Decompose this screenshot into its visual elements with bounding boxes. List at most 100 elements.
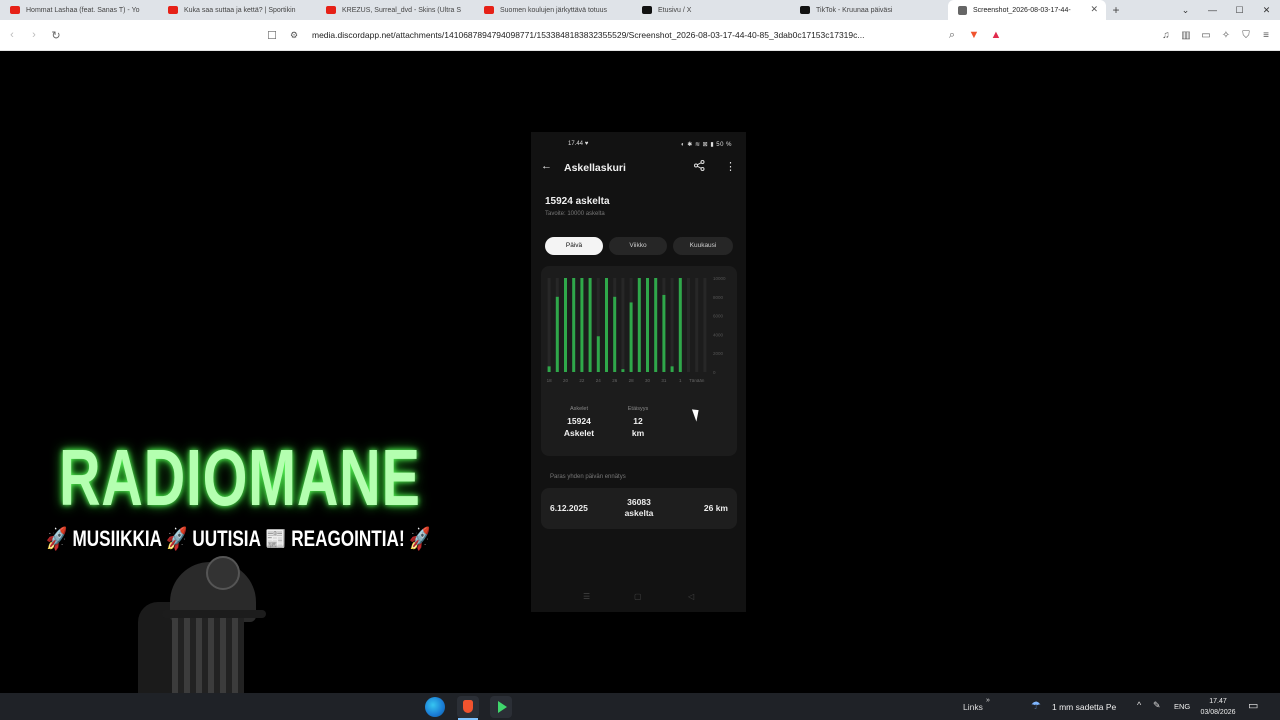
browser-tab[interactable]: TikTok - Kruunaa päiväsi bbox=[790, 0, 948, 20]
y-tick-label: 2000 bbox=[713, 351, 724, 356]
nav-back-icon[interactable]: ◁ bbox=[688, 592, 694, 601]
leo-ai-icon[interactable]: ✧ bbox=[1218, 30, 1234, 41]
status-icons: ◐ ✱ ≋ ⊠ ▮ 50 % bbox=[680, 142, 732, 148]
tab-search-icon[interactable]: ⌄ bbox=[1172, 5, 1199, 16]
browser-toolbar: ‹ › ↻ ☐ ⚙ media.discordapp.net/attachmen… bbox=[0, 20, 1280, 51]
y-tick-label: 4000 bbox=[713, 332, 724, 337]
weather-text[interactable]: 1 mm sadetta Pe bbox=[1052, 702, 1116, 712]
step-bar[interactable] bbox=[629, 302, 633, 372]
links-chevron-icon[interactable]: » bbox=[986, 697, 990, 704]
address-bar[interactable]: ⚙ media.discordapp.net/attachments/14106… bbox=[290, 25, 940, 45]
step-bar[interactable] bbox=[678, 278, 682, 372]
menu-icon[interactable]: ≡ bbox=[1258, 30, 1274, 41]
brave-rewards-icon[interactable]: ▲ bbox=[986, 29, 1006, 41]
browser-tab[interactable]: KREZUS, Surreal_dvd - Skins (Ultra S bbox=[316, 0, 474, 20]
more-options-icon[interactable]: ⋮ bbox=[725, 160, 736, 173]
close-window-icon[interactable]: ✕ bbox=[1253, 5, 1280, 16]
taskbar-clock[interactable]: 17.47 03/08/2026 bbox=[1197, 696, 1239, 718]
browser-tab[interactable]: Kuka saa suttaa ja kettä? | Sportikin bbox=[158, 0, 316, 20]
site-info-icon[interactable]: ⚙ bbox=[290, 30, 304, 41]
phone-status-bar: 17.44 ♥ ◐ ✱ ≋ ⊠ ▮ 50 % bbox=[531, 140, 746, 152]
bar-track bbox=[670, 278, 674, 372]
steps-stat-label: Askelet bbox=[569, 406, 589, 412]
maximize-icon[interactable]: ☐ bbox=[1226, 5, 1253, 16]
youtube-icon bbox=[168, 6, 178, 14]
url-text[interactable]: media.discordapp.net/attachments/1410687… bbox=[312, 30, 864, 40]
tab-title: KREZUS, Surreal_dvd - Skins (Ultra S bbox=[342, 6, 462, 14]
step-bar[interactable] bbox=[564, 278, 567, 372]
browser-tab[interactable]: Hommat Lashaa (feat. Sanas T) - Yo bbox=[0, 0, 158, 20]
step-bar[interactable] bbox=[662, 294, 666, 372]
bar-track bbox=[621, 278, 625, 372]
zoom-icon[interactable]: ⌕ bbox=[942, 29, 962, 42]
windows-taskbar: Links » ☂ 1 mm sadetta Pe ^ ✎ ENG 17.47 … bbox=[0, 693, 1280, 720]
bar-track bbox=[687, 278, 690, 372]
pen-icon[interactable]: ✎ bbox=[1153, 700, 1161, 711]
segment-month[interactable]: Kuukausi bbox=[673, 237, 733, 255]
step-bar[interactable] bbox=[596, 336, 600, 372]
x-tick-label: 26 bbox=[612, 378, 618, 383]
sidebar-icon[interactable]: ▥ bbox=[1178, 30, 1194, 41]
share-icon[interactable] bbox=[694, 160, 705, 174]
page-content: 17.44 ♥ ◐ ✱ ≋ ⊠ ▮ 50 % ← Askellaskuri ⋮ … bbox=[0, 51, 1280, 693]
language-indicator[interactable]: ENG bbox=[1174, 702, 1190, 711]
step-bar[interactable] bbox=[654, 278, 658, 372]
brave-shields-icon[interactable]: ▼ bbox=[964, 29, 984, 41]
reload-icon[interactable]: ↻ bbox=[46, 29, 66, 42]
back-icon[interactable]: ‹ bbox=[2, 29, 22, 41]
page-title: Askellaskuri bbox=[564, 162, 626, 174]
x-tick-label: 28 bbox=[629, 378, 635, 383]
best-record-distance: 26 km bbox=[703, 503, 728, 513]
browser-tab[interactable]: Screenshot_2026-08-03-17-44- ✕ bbox=[948, 0, 1106, 20]
browser-tab[interactable]: Etusivu / X bbox=[632, 0, 790, 20]
close-tab-icon[interactable]: ✕ bbox=[1090, 4, 1098, 15]
bookmark-icon[interactable]: ☐ bbox=[262, 29, 282, 42]
step-bar[interactable] bbox=[580, 278, 584, 372]
youtube-icon bbox=[326, 6, 336, 14]
step-bar[interactable] bbox=[637, 278, 641, 372]
weather-rain-icon[interactable]: ☂ bbox=[1031, 699, 1041, 712]
clock-time: 17.47 bbox=[1209, 698, 1227, 705]
tray-overflow-icon[interactable]: ^ bbox=[1137, 700, 1141, 710]
browser-tab[interactable]: Suomen koulujen järkyttävä totuus bbox=[474, 0, 632, 20]
forward-icon[interactable]: › bbox=[24, 29, 44, 41]
steps-stat-value: 15924 bbox=[567, 416, 591, 426]
day-stats: Askelet 15924 Askelet Etäisyys 12 km bbox=[541, 406, 737, 456]
globe-icon bbox=[958, 5, 967, 15]
step-bar[interactable] bbox=[670, 366, 674, 372]
notification-icon[interactable]: ▭ bbox=[1248, 699, 1258, 712]
steps-chart-card: 10000 8000 6000 4000 2000 0 18 20 22 24 26 28 30 31 1 T… bbox=[541, 266, 737, 456]
browser-tab-bar: Hommat Lashaa (feat. Sanas T) - Yo Kuka s… bbox=[0, 0, 1280, 20]
best-record-card[interactable]: 6.12.2025 36083 askelta 26 km bbox=[541, 488, 737, 529]
step-bar[interactable] bbox=[555, 296, 559, 372]
step-bar[interactable] bbox=[605, 278, 608, 372]
vpn-icon[interactable]: ⛉ bbox=[1238, 30, 1254, 41]
media-player-icon[interactable] bbox=[490, 696, 512, 718]
step-bar[interactable] bbox=[613, 296, 617, 372]
links-toolbar[interactable]: Links bbox=[963, 702, 983, 712]
y-tick-label: 6000 bbox=[713, 314, 724, 319]
media-icon[interactable]: ♫ bbox=[1158, 30, 1174, 41]
step-bar[interactable] bbox=[621, 369, 625, 372]
youtube-icon bbox=[10, 6, 20, 14]
segment-day[interactable]: Päivä bbox=[545, 237, 603, 255]
step-bar[interactable] bbox=[572, 278, 576, 372]
step-bar[interactable] bbox=[547, 366, 551, 372]
tab-title: Kuka saa suttaa ja kettä? | Sportikin bbox=[184, 6, 296, 14]
recents-icon[interactable]: ☰ bbox=[583, 592, 590, 601]
wallet-icon[interactable]: ▭ bbox=[1198, 30, 1214, 41]
x-tick-label: 31 bbox=[661, 378, 667, 383]
new-tab-button[interactable]: + bbox=[1106, 3, 1126, 17]
bar-track bbox=[703, 278, 707, 372]
webcam-streamer bbox=[128, 552, 278, 693]
step-goal: Tavoite: 10000 askelta bbox=[545, 211, 605, 217]
home-icon[interactable]: ▢ bbox=[634, 592, 642, 601]
distance-stat-value: 12 bbox=[633, 416, 643, 426]
step-bar[interactable] bbox=[588, 278, 592, 372]
step-bar[interactable] bbox=[646, 278, 649, 372]
brave-browser-icon[interactable] bbox=[457, 696, 479, 718]
minimize-icon[interactable]: — bbox=[1199, 5, 1226, 16]
edge-icon[interactable] bbox=[425, 697, 445, 717]
back-arrow-icon[interactable]: ← bbox=[541, 160, 552, 172]
segment-week[interactable]: Viikko bbox=[609, 237, 667, 255]
